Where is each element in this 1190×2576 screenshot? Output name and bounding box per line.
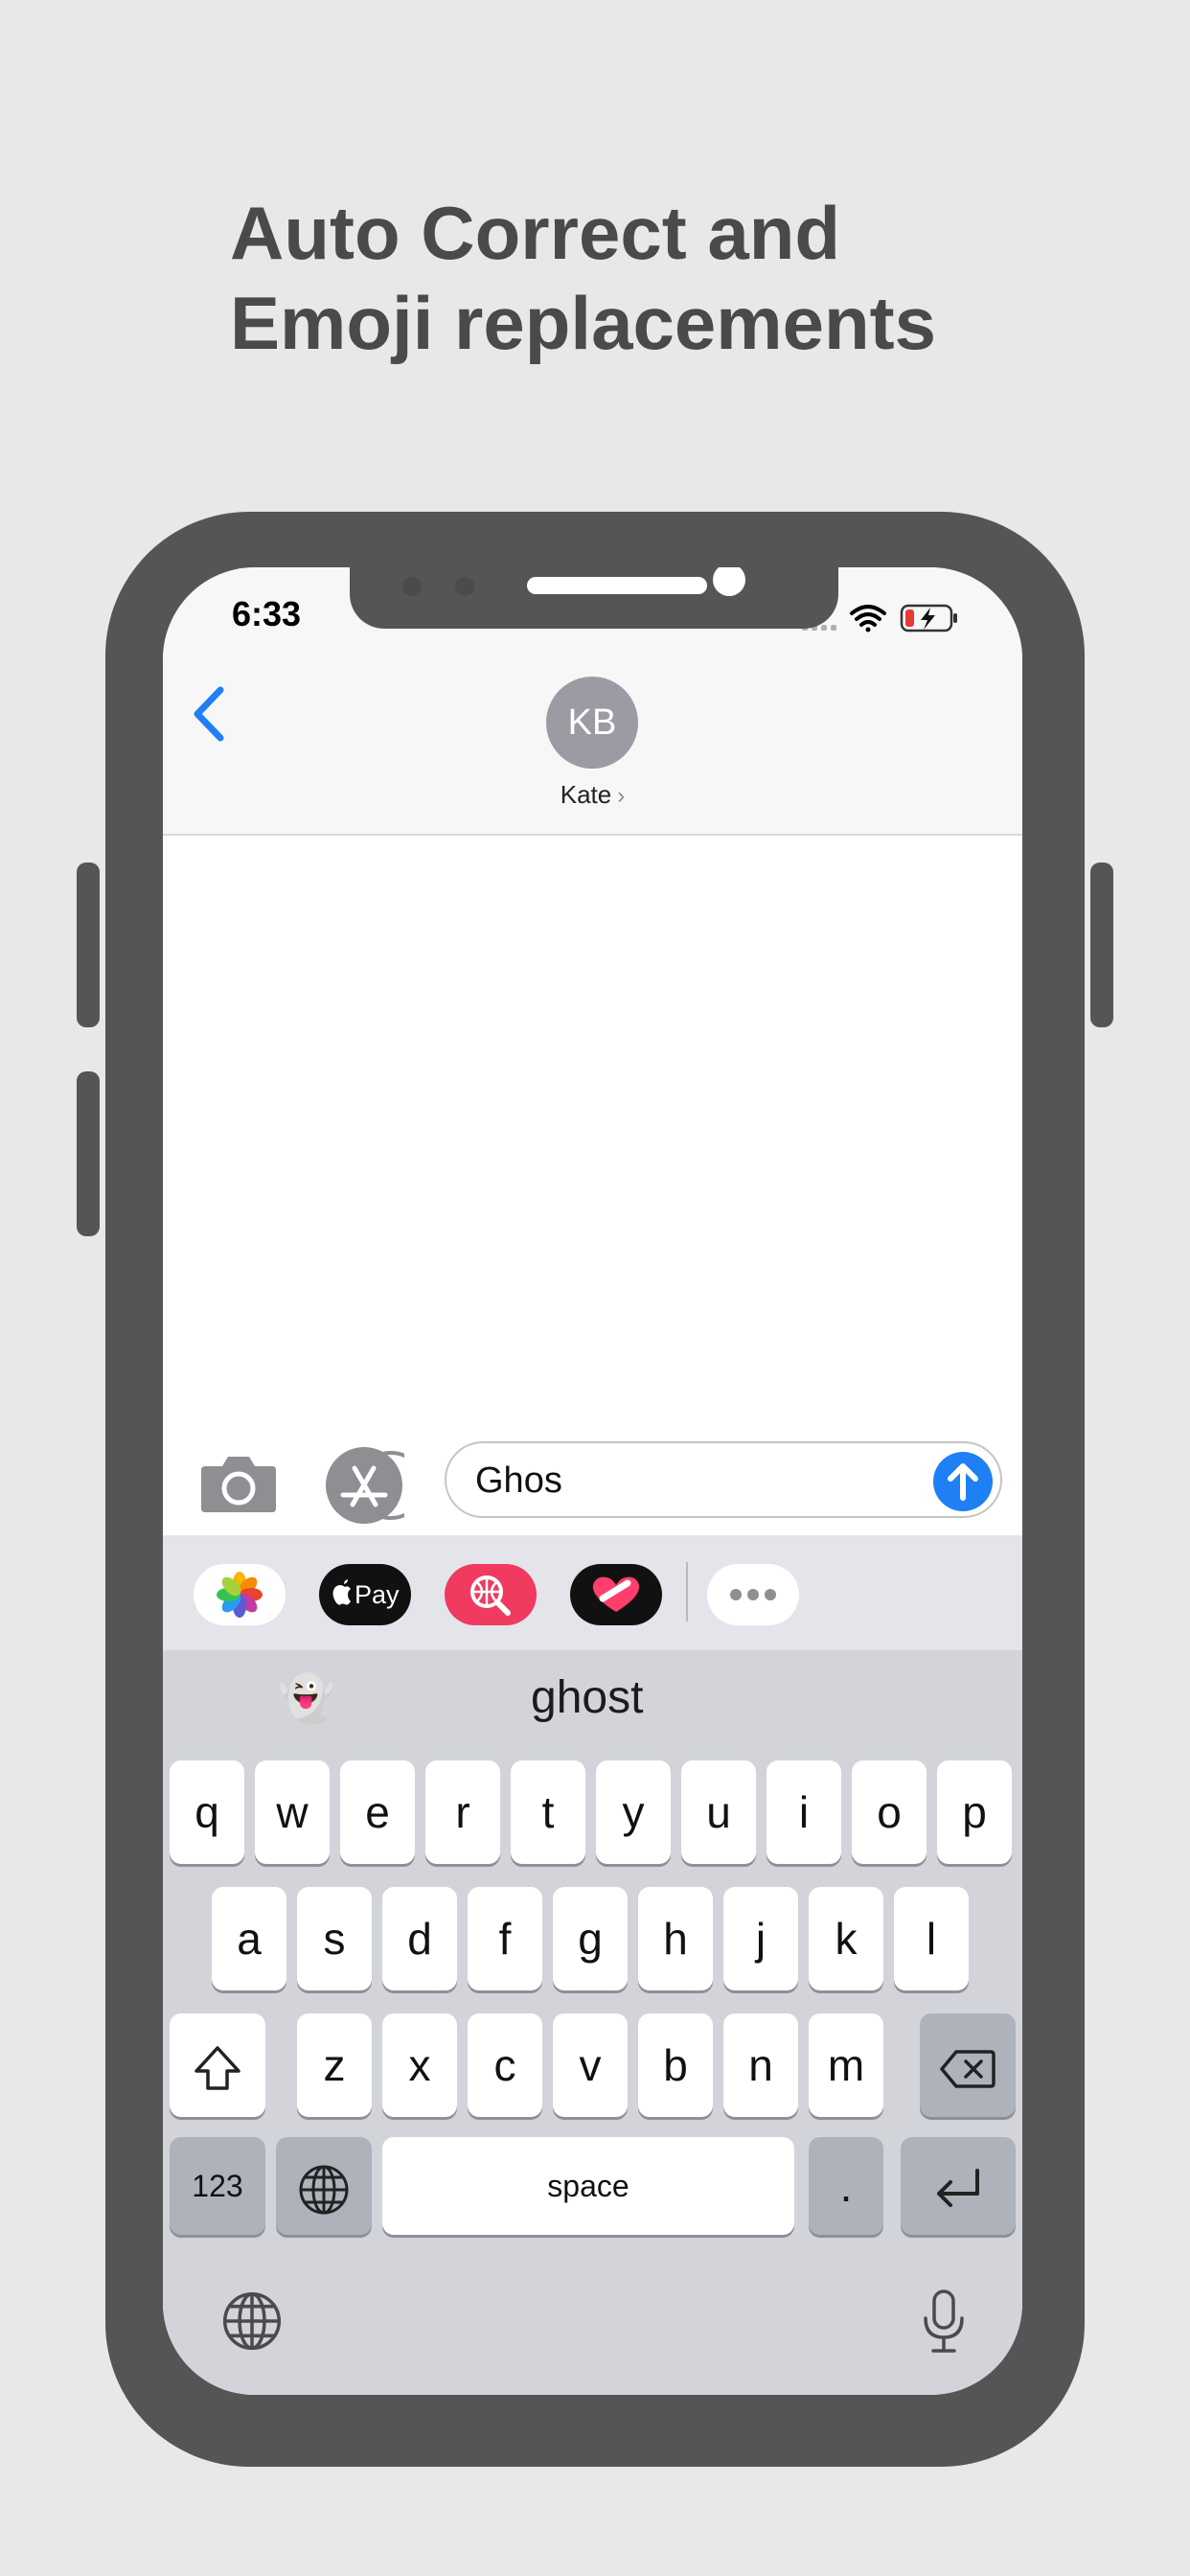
shift-key[interactable] — [170, 2013, 265, 2117]
wifi-icon — [850, 605, 886, 632]
key-i[interactable]: i — [767, 1760, 841, 1864]
keyboard-area: Pay � — [163, 1535, 1022, 2395]
key-o[interactable]: o — [852, 1760, 927, 1864]
send-button[interactable] — [933, 1452, 993, 1511]
contact-chevron-icon: › — [617, 783, 626, 809]
return-icon — [937, 2168, 979, 2207]
key-k[interactable]: k — [809, 1887, 883, 1990]
apple-pay-label: Pay — [355, 1580, 400, 1609]
headline: Auto Correct and Emoji replacements — [230, 188, 1092, 368]
volume-down-button — [77, 1071, 100, 1236]
key-x[interactable]: x — [382, 2013, 457, 2117]
battery-charging-icon — [900, 604, 957, 632]
key-f[interactable]: f — [468, 1887, 542, 1990]
heart-touch-icon — [592, 1576, 640, 1612]
camera-button[interactable] — [199, 1451, 278, 1514]
key-z[interactable]: z — [297, 2013, 372, 2117]
chevron-left-icon — [194, 686, 224, 742]
apple-pay-app-button[interactable]: Pay — [319, 1564, 411, 1625]
headline-line-2: Emoji replacements — [230, 281, 936, 365]
key-n[interactable]: n — [723, 2013, 798, 2117]
key-q[interactable]: q — [170, 1760, 244, 1864]
sensor-dot — [402, 577, 422, 596]
contact-avatar[interactable]: KB — [546, 677, 638, 769]
globe-icon — [222, 2291, 282, 2351]
apple-pay-icon: Pay — [332, 1579, 400, 1609]
message-input[interactable]: Ghos — [445, 1441, 1002, 1518]
message-area — [163, 836, 1022, 1430]
key-v[interactable]: v — [553, 2013, 628, 2117]
globe-search-icon — [470, 1576, 511, 1616]
arrow-up-icon — [948, 1463, 978, 1501]
power-button — [1090, 862, 1113, 1027]
suggestion-word[interactable]: ghost — [531, 1671, 643, 1724]
key-d[interactable]: d — [382, 1887, 457, 1990]
delete-icon — [940, 2050, 995, 2088]
volume-up-button — [77, 862, 100, 1027]
key-p[interactable]: p — [937, 1760, 1012, 1864]
key-j[interactable]: j — [723, 1887, 798, 1990]
ellipsis-icon — [730, 1589, 776, 1600]
key-r[interactable]: r — [425, 1760, 500, 1864]
globe-key[interactable] — [276, 2137, 372, 2235]
keyboard-switch-button[interactable] — [220, 2289, 284, 2358]
notch — [350, 567, 838, 629]
sensor-dot — [455, 577, 474, 596]
more-apps-button[interactable] — [707, 1564, 799, 1625]
earpiece-speaker — [527, 577, 707, 594]
photos-app-button[interactable] — [194, 1564, 286, 1625]
app-store-button[interactable] — [324, 1445, 425, 1526]
shift-icon — [195, 2046, 240, 2090]
space-key[interactable]: space — [382, 2137, 794, 2235]
back-button[interactable] — [186, 680, 234, 748]
globe-icon — [299, 2165, 349, 2215]
key-u[interactable]: u — [681, 1760, 756, 1864]
key-h[interactable]: h — [638, 1887, 713, 1990]
contact-name: Kate — [560, 780, 612, 809]
key-l[interactable]: l — [894, 1887, 969, 1990]
image-search-app-button[interactable] — [445, 1564, 537, 1625]
key-a[interactable]: a — [212, 1887, 286, 1990]
key-c[interactable]: c — [468, 2013, 542, 2117]
numbers-key[interactable]: 123 — [170, 2137, 265, 2235]
microphone-icon — [924, 2289, 964, 2353]
headline-line-1: Auto Correct and — [230, 191, 841, 275]
imessage-app-strip: Pay — [163, 1535, 1022, 1650]
suggestion-emoji[interactable]: 👻 — [278, 1671, 335, 1726]
key-b[interactable]: b — [638, 2013, 713, 2117]
camera-icon — [201, 1457, 276, 1512]
return-key[interactable] — [901, 2137, 1016, 2235]
period-key[interactable]: . — [809, 2137, 883, 2235]
front-camera — [713, 567, 745, 596]
digital-touch-app-button[interactable] — [570, 1564, 662, 1625]
dictation-button[interactable] — [920, 2288, 968, 2361]
message-input-value: Ghos — [475, 1460, 562, 1501]
app-store-icon — [326, 1447, 425, 1524]
key-y[interactable]: y — [596, 1760, 671, 1864]
contact-name-row[interactable]: Kate › — [163, 780, 1022, 810]
photos-icon — [217, 1572, 263, 1618]
status-time: 6:33 — [232, 594, 302, 633]
composer: Ghos — [163, 1441, 1022, 1528]
key-g[interactable]: g — [553, 1887, 628, 1990]
key-w[interactable]: w — [255, 1760, 330, 1864]
phone-screen: 6:33 KB Kate › Ghos Pay 👻 ghost q w e r … — [163, 567, 1022, 2395]
key-e[interactable]: e — [340, 1760, 415, 1864]
delete-key[interactable] — [920, 2013, 1016, 2117]
key-m[interactable]: m — [809, 2013, 883, 2117]
key-s[interactable]: s — [297, 1887, 372, 1990]
app-strip-divider — [686, 1562, 688, 1622]
key-t[interactable]: t — [511, 1760, 585, 1864]
